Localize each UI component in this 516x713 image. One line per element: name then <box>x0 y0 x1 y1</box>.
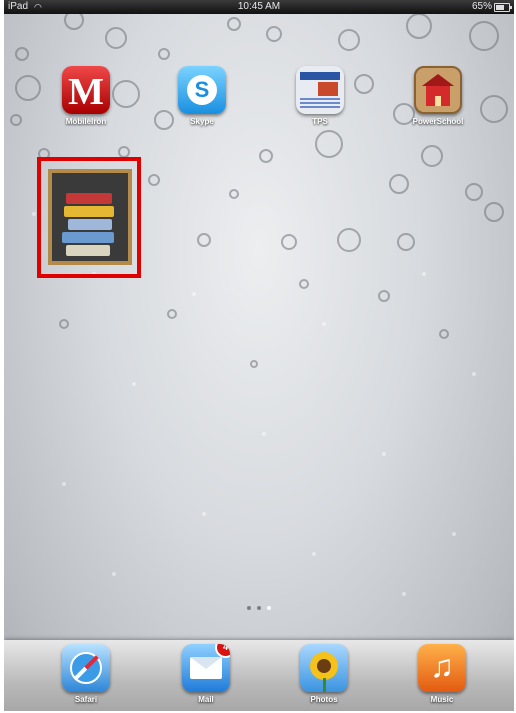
dock-app-safari[interactable]: Safari <box>46 644 126 704</box>
photos-icon <box>300 644 348 692</box>
skype-glyph: S <box>187 75 217 105</box>
app-label: Music <box>430 695 454 704</box>
app-label: Photos <box>310 695 338 704</box>
tps-icon <box>296 66 344 114</box>
status-bar: iPad ◠ 10:45 AM 65% <box>4 0 514 14</box>
app-books[interactable] <box>48 169 132 265</box>
app-label: Skype <box>190 117 214 126</box>
safari-icon <box>62 644 110 692</box>
battery-icon <box>494 3 512 12</box>
mobileiron-icon: M <box>62 66 110 114</box>
app-label: PowerSchool <box>412 117 464 126</box>
mail-badge: 4 <box>215 644 230 658</box>
skype-icon: S <box>178 66 226 114</box>
powerschool-icon <box>414 66 462 114</box>
app-label: MobileIron <box>65 117 107 126</box>
battery-percentage: 65% <box>471 1 492 12</box>
dock-app-mail[interactable]: 4 Mail <box>166 644 246 704</box>
dock: Safari 4 Mail Photos ♫ Music <box>4 640 514 711</box>
music-glyph: ♫ <box>430 648 454 684</box>
app-label: Safari <box>74 695 98 704</box>
page-dot-current <box>267 606 271 610</box>
dock-app-music[interactable]: ♫ Music <box>402 644 482 704</box>
music-icon: ♫ <box>418 644 466 692</box>
app-tps[interactable]: TPS <box>280 66 360 126</box>
page-dot <box>247 606 251 610</box>
page-dot <box>257 606 261 610</box>
mail-icon: 4 <box>182 644 230 692</box>
status-time: 10:45 AM <box>237 1 281 12</box>
dock-app-photos[interactable]: Photos <box>284 644 364 704</box>
highlight-box <box>37 157 141 278</box>
page-indicator[interactable] <box>4 606 514 610</box>
app-skype[interactable]: S Skype <box>162 66 242 126</box>
app-mobileiron[interactable]: M MobileIron <box>46 66 126 126</box>
ipad-home-screen: iPad ◠ 10:45 AM 65% M MobileIron S Skype… <box>4 0 514 711</box>
mobileiron-glyph: M <box>68 71 104 113</box>
app-label: TPS <box>312 117 328 126</box>
app-powerschool[interactable]: PowerSchool <box>398 66 478 126</box>
app-label: Mail <box>198 695 214 704</box>
